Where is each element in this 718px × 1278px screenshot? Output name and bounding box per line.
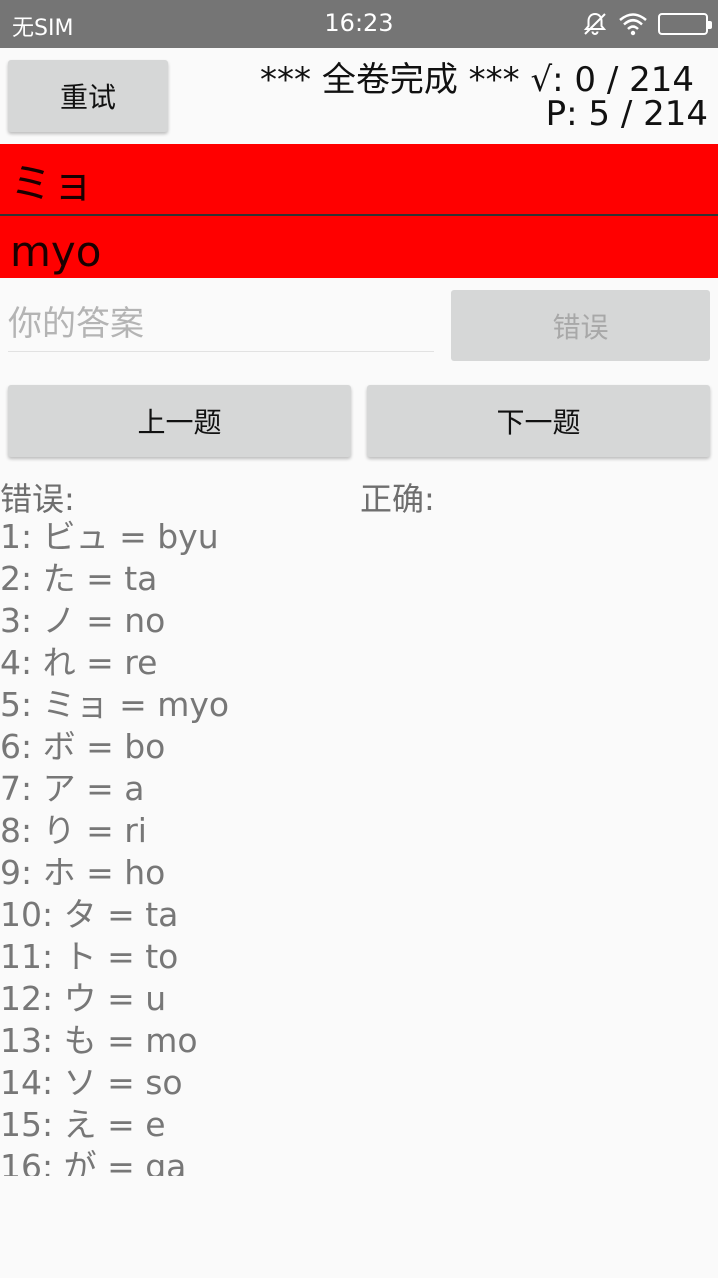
position-counter: P: 5 / 214 [545, 94, 708, 134]
list-item: 11: ト = to [0, 937, 179, 976]
answer-input[interactable] [8, 296, 434, 352]
retry-button[interactable]: 重试 [8, 60, 168, 132]
list-item: 6: ボ = bo [0, 727, 166, 766]
list-item: 14: ソ = so [0, 1063, 183, 1102]
question-romaji: myo [0, 216, 718, 278]
list-item: 8: り = ri [0, 811, 147, 850]
list-item: 10: タ = ta [0, 895, 179, 934]
answer-status-button[interactable]: 错误 [451, 290, 710, 361]
list-item: 9: ホ = ho [0, 853, 166, 892]
list-item: 3: ノ = no [0, 601, 166, 640]
previous-question-button[interactable]: 上一题 [8, 385, 351, 457]
status-icons [582, 10, 712, 38]
status-bar: 无SIM 16:23 [0, 0, 718, 48]
list-item: 1: ビュ = byu [0, 517, 219, 556]
question-kana: ミョ [0, 144, 718, 214]
list-item: 13: も = mo [0, 1021, 198, 1060]
list-item: 5: ミョ = myo [0, 685, 230, 724]
list-item: 15: え = e [0, 1105, 166, 1144]
correct-list-heading: 正确: [360, 480, 435, 518]
list-item: 2: た = ta [0, 559, 158, 598]
mute-bell-icon [583, 12, 607, 35]
battery-icon [658, 13, 712, 35]
list-item: 4: れ = re [0, 643, 158, 682]
next-question-button[interactable]: 下一题 [367, 385, 710, 457]
list-item: 16: が = ga [0, 1147, 187, 1176]
wrong-list-heading: 错误: [0, 480, 75, 518]
wrong-answers-list[interactable]: 1: ビュ = byu 2: た = ta 3: ノ = no 4: れ = r… [0, 516, 360, 1176]
list-item: 12: ウ = u [0, 979, 167, 1018]
list-item: 7: ア = a [0, 769, 145, 808]
wifi-icon [619, 13, 647, 36]
